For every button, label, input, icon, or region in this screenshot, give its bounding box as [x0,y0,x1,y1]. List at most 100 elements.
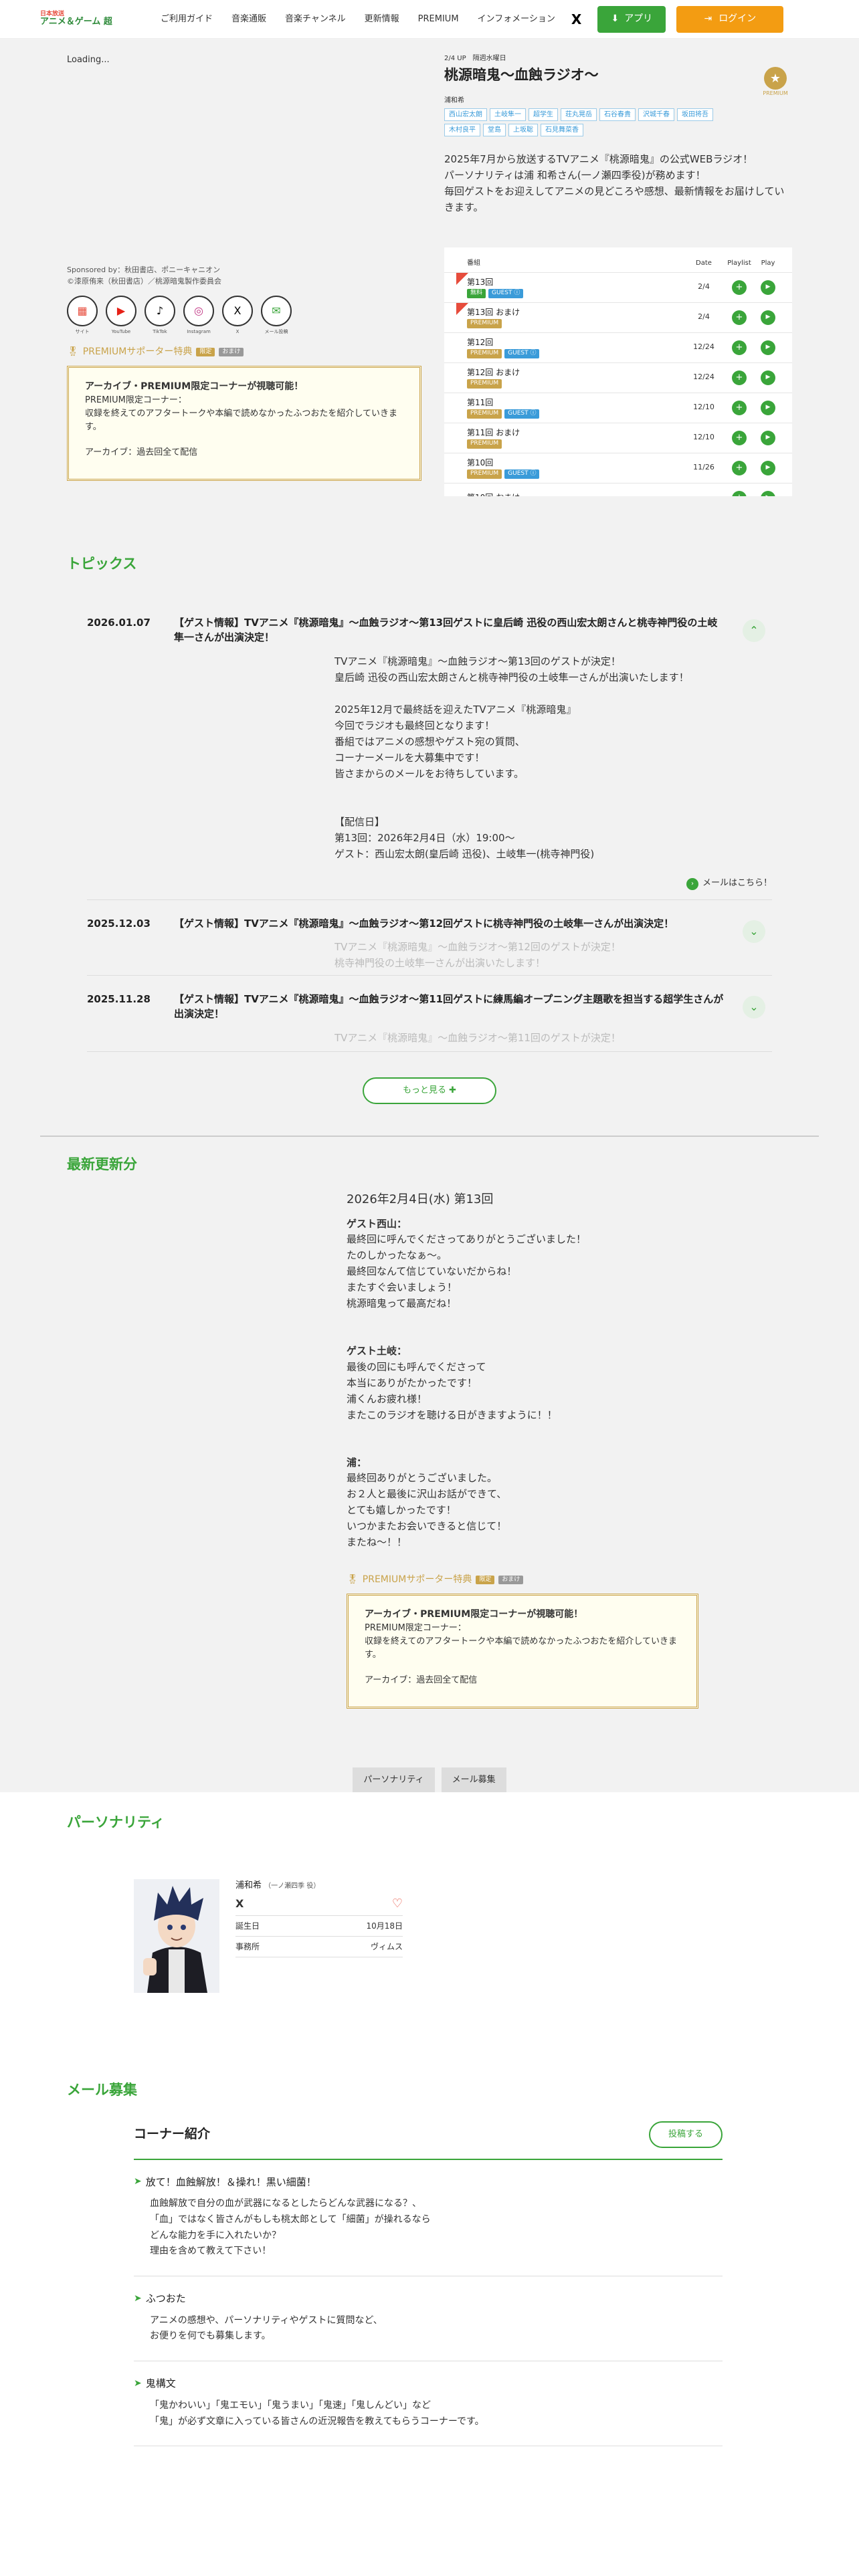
nav-premium[interactable]: PREMIUM [418,13,459,26]
comment-block: ゲスト西山： 最終回に呼んでくださってありがとうございました！ たのしかったなぁ… [347,1216,694,1312]
cast-tag[interactable]: 沢城千春 [638,108,674,121]
episode-tag[interactable]: GUEST ⓘ [488,289,524,298]
office-label: 事務所 [235,1942,260,1951]
cast-tag[interactable]: 木村良平 [444,123,480,136]
mail-title: メール募集 [67,2082,137,2098]
episode-tag[interactable]: GUEST ⓘ [504,469,540,479]
gray-content-area: Loading... Sponsored by：秋田書店、ポニーキャニオン ©漆… [0,39,859,1793]
post-button[interactable]: 投稿する [649,2121,723,2148]
cast-tag[interactable]: 西山宏太朗 [444,108,487,121]
play-cell: ▶ [755,430,781,445]
nav-information[interactable]: インフォメーション [478,13,555,26]
sns-link-tiktok[interactable]: ♪ TikTok [145,296,175,336]
tab-personality[interactable]: パーソナリティ [353,1767,435,1793]
add-playlist-icon[interactable]: + [732,400,747,415]
episode-date: 11/26 [693,463,714,472]
premium-box-title: アーカイブ・PREMIUM限定コーナーが視聴可能！ [365,1609,583,1620]
cast-tag[interactable]: 荘丸晃岳 [561,108,597,121]
episode-row[interactable]: 第12回 PREMIUM GUEST ⓘ 12/24 + ▶ [444,332,792,362]
cast-tag[interactable]: 土岐隼一 [490,108,526,121]
episode-row[interactable]: 第12回 おまけ PREMIUM 12/24 + ▶ [444,362,792,393]
nav-music-shop[interactable]: 音楽通販 [231,13,266,26]
nav-updates[interactable]: 更新情報 [365,13,399,26]
app-button-label: アプリ [624,13,653,24]
cast-tag[interactable]: 坂田将吾 [677,108,713,121]
sns-link-x[interactable]: XX [222,296,253,336]
mail-link[interactable]: › メールはこちら！ [87,862,772,899]
sns-label: Instagram [187,329,211,334]
cast-tag[interactable]: 堂島 [483,123,506,136]
play-cell: ▶ [755,400,781,415]
corner-title: 鬼構文 [145,2377,176,2390]
x-icon[interactable]: X [571,9,581,29]
episode-table[interactable]: 番組 Date Playlist Play 第13回 無料 GUEST ⓘ 2/4 + ▶… [444,247,792,496]
main-nav: ご利用ガイド 音楽通販 音楽チャンネル 更新情報 PREMIUM インフォメーシ… [161,13,555,26]
play-icon[interactable]: ▶ [761,430,775,445]
login-button[interactable]: ⇥ ログイン [676,5,784,33]
arrow-right-icon: › [686,877,698,890]
topic-body: TVアニメ『桃源暗鬼』〜血蝕ラジオ〜第11回のゲストが決定！ [335,1031,621,1044]
heart-icon[interactable]: ♡ [392,1895,403,1913]
episode-rows: 第13回 無料 GUEST ⓘ 2/4 + ▶ 第13回 おまけ PREMIUM 2/4 + ▶ 第1… [444,272,792,496]
add-playlist-icon[interactable]: + [732,310,747,325]
topic-title[interactable]: 【ゲスト情報】TVアニメ『桃源暗鬼』〜血蝕ラジオ〜第12回ゲストに桃寺神門役の土… [174,916,772,932]
col-playlist: Playlist [727,259,751,267]
episode-row[interactable]: 第10回 おまけ + ▶ [444,482,792,496]
birthday-label: 誕生日 [235,1921,260,1931]
sns-link-mail[interactable]: ✉ メール投稿 [261,296,292,336]
cast-tag[interactable]: 石見舞菜香 [541,123,583,136]
premium-box-desc: PREMIUM限定コーナー： 収録を終えてのアフタートークや本編で読めなかったふ… [85,395,397,433]
more-button[interactable]: もっと見る ✚ [363,1077,496,1104]
play-icon[interactable]: ▶ [761,310,775,325]
topic-item: 2025.11.28 【ゲスト情報】TVアニメ『桃源暗鬼』〜血蝕ラジオ〜第11回… [87,976,772,1052]
episode-name-cell: 第11回 PREMIUM GUEST ⓘ [467,397,684,419]
episode-row[interactable]: 第13回 無料 GUEST ⓘ 2/4 + ▶ [444,272,792,302]
episode-row[interactable]: 第13回 おまけ PREMIUM 2/4 + ▶ [444,302,792,332]
update-date: 2/4 UP [444,55,466,62]
play-icon[interactable]: ▶ [761,460,775,475]
tab-mail[interactable]: メール募集 [441,1767,506,1793]
nav-guide[interactable]: ご利用ガイド [161,13,213,26]
add-playlist-icon[interactable]: + [732,430,747,445]
chevron-up-icon[interactable]: ⌃ [743,619,765,642]
nav-music-channel[interactable]: 音楽チャンネル [285,13,346,26]
episode-row[interactable]: 第10回 PREMIUM GUEST ⓘ 11/26 + ▶ [444,452,792,483]
episode-tag[interactable]: GUEST ⓘ [504,349,540,358]
x-icon[interactable]: X [235,1896,244,1912]
add-playlist-icon[interactable]: + [732,460,747,475]
add-playlist-icon[interactable]: + [732,370,747,385]
add-playlist-icon[interactable]: + [732,340,747,355]
topic-title[interactable]: 【ゲスト情報】TVアニメ『桃源暗鬼』〜血蝕ラジオ〜第11回ゲストに練馬編オープニ… [174,992,772,1022]
add-playlist-icon[interactable]: + [732,280,747,295]
x-icon: X [222,296,253,326]
sns-link-calendar[interactable]: ▦ サイト [67,296,98,336]
site-logo[interactable]: 日本放送 アニメ＆ゲーム 超 [40,10,120,29]
play-icon[interactable]: ▶ [761,280,775,295]
chevron-down-icon[interactable]: ⌄ [743,995,765,1018]
episode-row[interactable]: 第11回 PREMIUM GUEST ⓘ 12/10 + ▶ [444,392,792,423]
topic-title[interactable]: 【ゲスト情報】TVアニメ『桃源暗鬼』〜血蝕ラジオ〜第13回ゲストに皇后崎 迅役の… [174,615,772,645]
cast-tag[interactable]: 超学生 [529,108,558,121]
app-button[interactable]: ⬇ アプリ [597,5,666,33]
play-icon[interactable]: ▶ [761,340,775,355]
episode-date: 2/4 [698,312,710,322]
episode-name: 第12回 [467,338,494,348]
mail-link-label: メールはこちら！ [702,877,772,888]
premium-benefit-title: PREMIUMサポーター特典 [362,1574,472,1585]
episode-name: 第10回 おまけ [467,492,684,496]
sns-link-youtube[interactable]: ▶ YouTube [106,296,136,336]
chevron-down-icon[interactable]: ⌄ [743,920,765,943]
play-cell: ▶ [755,310,781,325]
add-playlist-icon[interactable]: + [732,490,747,496]
play-icon[interactable]: ▶ [761,490,775,496]
episode-row[interactable]: 第11回 おまけ PREMIUM 12/10 + ▶ [444,422,792,453]
episode-tag[interactable]: GUEST ⓘ [504,409,540,419]
play-icon[interactable]: ▶ [761,400,775,415]
cast-tag[interactable]: 石谷春貴 [599,108,636,121]
comment-speaker: 浦： [347,1456,367,1469]
cast-tag[interactable]: 上坂聡 [508,123,538,136]
player-loading: Loading... [67,55,110,65]
sns-link-instagram[interactable]: ◎ Instagram [183,296,214,336]
personality-role: （一ノ瀬四季 役） [264,1882,320,1890]
play-icon[interactable]: ▶ [761,370,775,385]
